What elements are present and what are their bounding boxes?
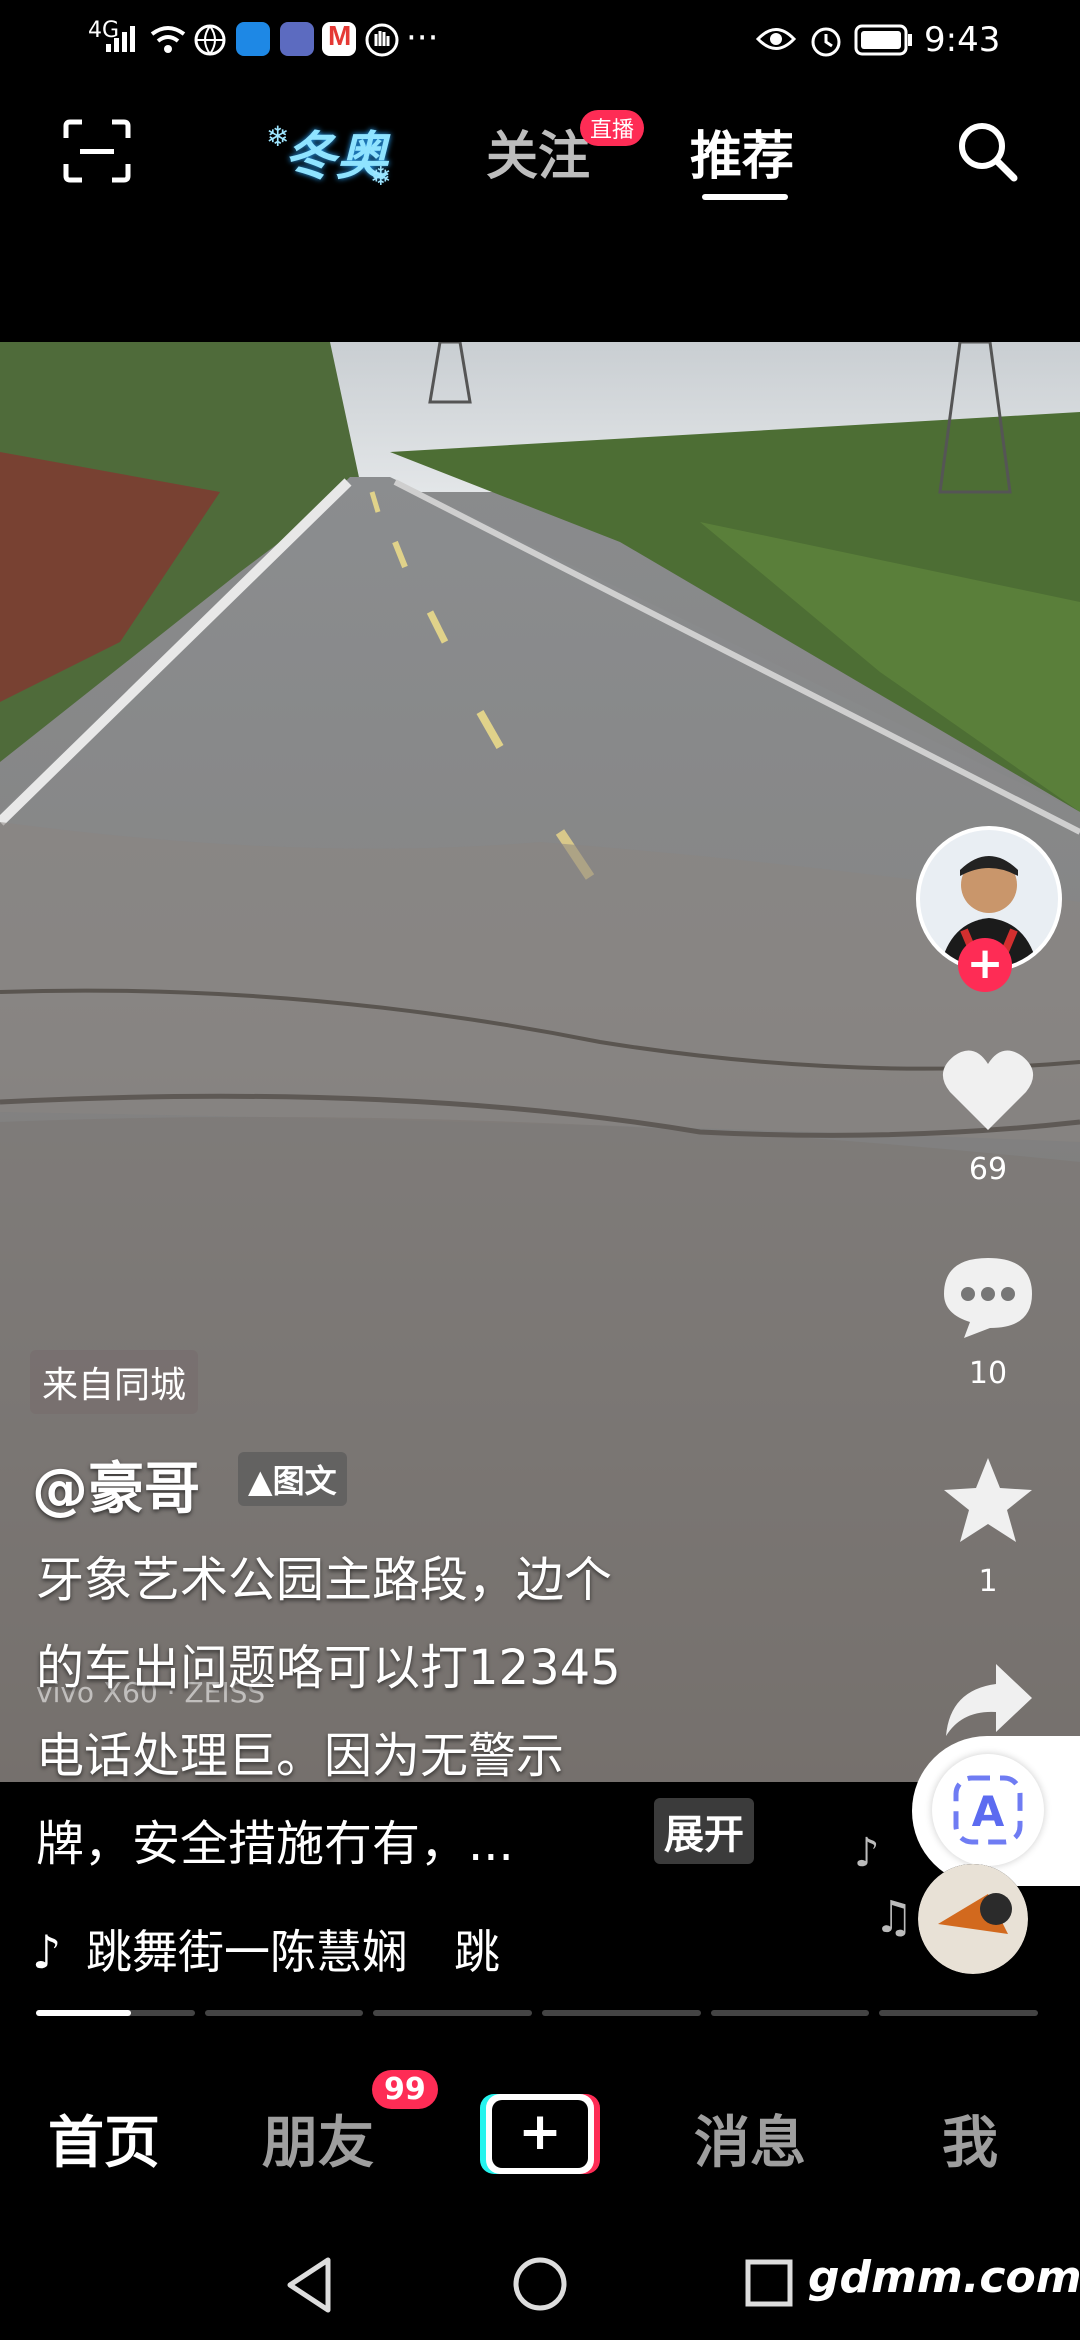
weather-app-icon (236, 22, 270, 56)
eye-icon (756, 28, 796, 50)
snowflake-icon: ❄ (266, 120, 290, 153)
nav-friends[interactable]: 朋友 (262, 2098, 374, 2179)
image-progress (36, 2010, 1039, 2016)
clock: 9:43 (924, 20, 1001, 60)
album-art (918, 1864, 1028, 1974)
tab-recommend[interactable]: 推荐 (690, 114, 794, 189)
caption-line: 牙象艺术公园主路段，边个 (36, 1552, 613, 1608)
alarm-icon (811, 27, 841, 57)
signal-icon (106, 26, 135, 52)
scan-icon[interactable] (62, 118, 132, 184)
music-note-icon: ♫ (874, 1892, 914, 1943)
comment-icon[interactable] (940, 1254, 1036, 1340)
progress-segment (879, 2010, 1039, 2016)
status-bar: 4G M ··· 9:43 (0, 0, 1080, 80)
tab-follow[interactable]: 关注 (486, 114, 590, 189)
translate-icon: A (932, 1754, 1044, 1866)
progress-segment (710, 2010, 870, 2016)
follow-plus-button[interactable]: + (958, 938, 1012, 992)
system-nav-bar: gdmm.com (0, 2230, 1080, 2340)
svg-text:A: A (972, 1787, 1005, 1836)
progress-segment (204, 2010, 364, 2016)
music-row[interactable]: ♪ 跳舞街一陈慧娴 跳 (32, 1916, 500, 1982)
home-circle-icon[interactable] (512, 2256, 568, 2312)
post-type-label: 图文 (272, 1462, 337, 1500)
hand-gesture-icon (365, 23, 399, 57)
favorite-count: 1 (978, 1564, 998, 1599)
vpn-globe-icon (194, 24, 226, 56)
snowflake-icon: ❄ (370, 162, 392, 192)
star-icon[interactable] (942, 1456, 1034, 1544)
music-disc[interactable] (918, 1864, 1028, 1974)
music-app-icon (280, 22, 314, 56)
author-name[interactable]: @豪哥 (32, 1444, 200, 1525)
like-count: 69 (968, 1152, 1008, 1187)
comment-count: 10 (968, 1356, 1008, 1391)
plus-icon: + (492, 2100, 588, 2168)
friends-badge: 99 (372, 2070, 438, 2109)
music-title: 跳舞街一陈慧娴 跳 (85, 1925, 500, 1979)
nav-messages[interactable]: 消息 (694, 2098, 806, 2179)
recents-square-icon[interactable] (744, 2258, 794, 2308)
heart-icon[interactable] (940, 1046, 1036, 1134)
search-icon[interactable] (954, 118, 1020, 184)
bottom-nav: 首页 朋友 99 + 消息 我 (0, 2050, 1080, 2230)
floating-assistant[interactable]: A (912, 1736, 1080, 1886)
progress-segment (373, 2010, 533, 2016)
location-tag[interactable]: 来自同城 (30, 1350, 199, 1414)
site-watermark: gdmm.com (808, 2252, 1080, 2303)
caption-line: 电话处理巨。因为无警示 (36, 1728, 565, 1784)
progress-segment (36, 2010, 195, 2016)
active-tab-indicator (702, 194, 788, 200)
m-app-icon: M (322, 20, 356, 56)
image-icon: ▲ (248, 1462, 273, 1500)
battery-icon (854, 24, 912, 56)
nav-me[interactable]: 我 (942, 2098, 998, 2179)
music-note-icon: ♪ (854, 1830, 880, 1876)
top-nav: 冬奥 ❄ ❄ 关注 直播 推荐 (0, 80, 1080, 300)
post-type-tag: ▲图文 (238, 1452, 347, 1506)
caption-line: 的车出问题咯可以打12345 (36, 1640, 621, 1696)
create-button[interactable]: + (480, 2094, 600, 2174)
nav-home[interactable]: 首页 (48, 2098, 160, 2179)
back-icon[interactable] (284, 2256, 334, 2314)
wifi-icon (150, 26, 186, 53)
more-notifications: ··· (406, 18, 439, 58)
expand-button[interactable]: 展开 (654, 1798, 754, 1864)
progress-segment (542, 2010, 701, 2016)
music-note-icon: ♪ (32, 1925, 62, 1979)
live-badge: 直播 (580, 110, 645, 146)
share-icon[interactable] (944, 1662, 1034, 1738)
